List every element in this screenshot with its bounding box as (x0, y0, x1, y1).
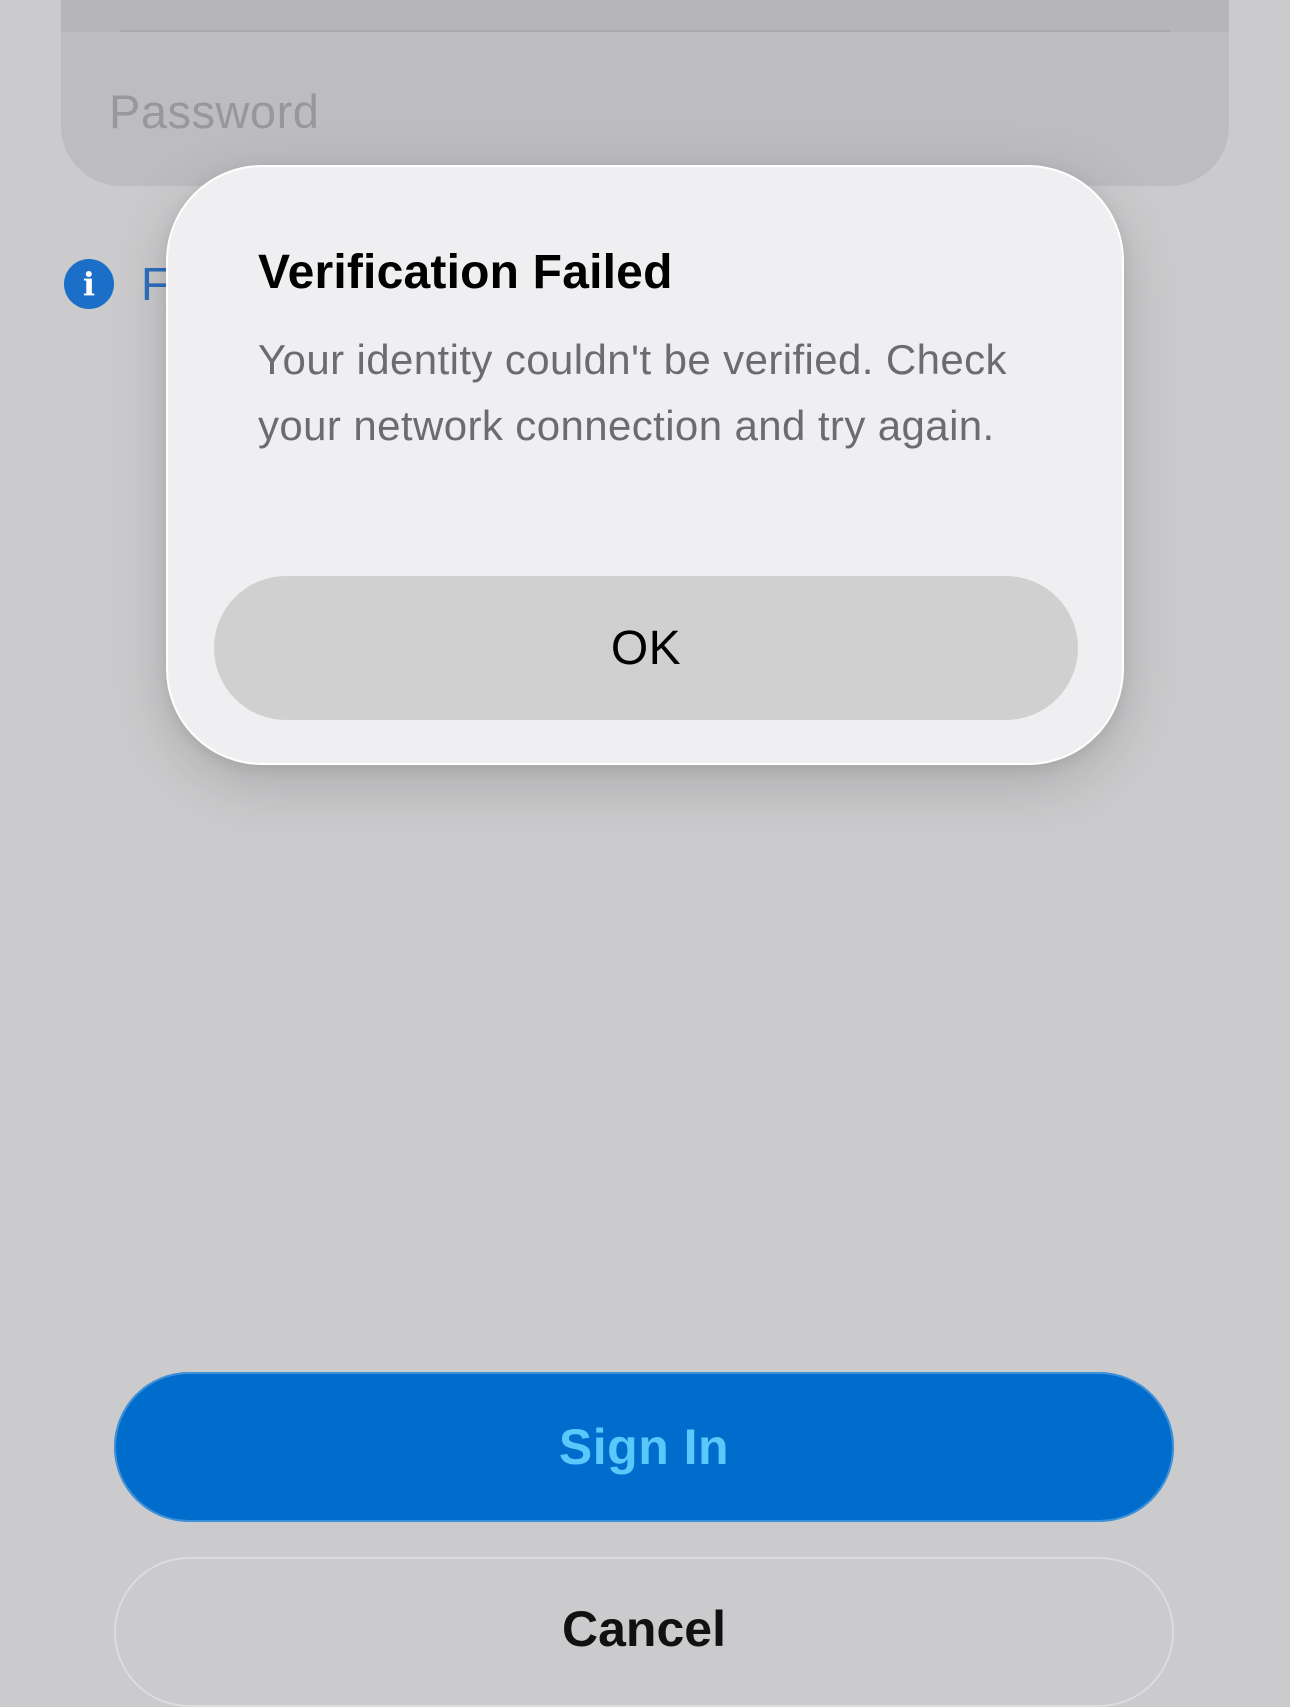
alert-title: Verification Failed (258, 246, 673, 299)
info-link-text[interactable]: F (141, 257, 169, 311)
verification-failed-alert: Verification Failed Your identity couldn… (166, 165, 1124, 765)
sign-in-button[interactable]: Sign In (114, 1372, 1174, 1522)
field-divider (120, 30, 1170, 32)
alert-message: Your identity couldn't be verified. Chec… (258, 336, 1007, 449)
info-row[interactable]: i F (64, 258, 169, 310)
info-icon: i (64, 259, 114, 309)
username-field[interactable] (61, 0, 1229, 32)
credentials-card: Password (61, 0, 1229, 186)
cancel-button[interactable]: Cancel (114, 1557, 1174, 1707)
password-field[interactable]: Password (109, 84, 319, 139)
ok-button[interactable]: OK (214, 576, 1078, 720)
